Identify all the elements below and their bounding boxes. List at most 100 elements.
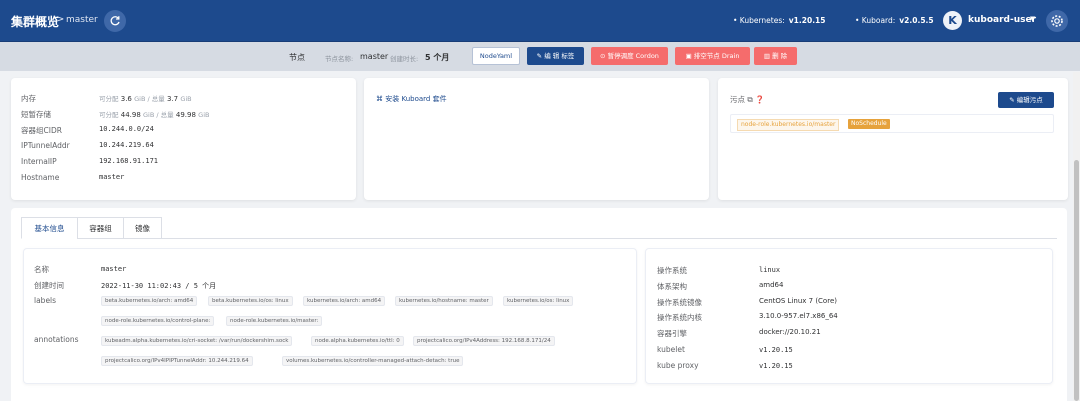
taints-card: 污点 ⧉ ❓ ✎ 编辑污点 node-role.kubernetes.io/ma… xyxy=(718,78,1068,200)
kuboard-label: • Kuboard: xyxy=(855,16,896,25)
kubelet-label: kubelet xyxy=(657,345,685,354)
taint-effect-tag: NoSchedule xyxy=(848,119,890,129)
settings-button[interactable] xyxy=(1046,10,1068,32)
delete-button[interactable]: ▥ 删 除 xyxy=(754,47,797,65)
addr-value: 192.168.91.171 xyxy=(99,157,159,165)
toolbar-title: 节点 xyxy=(289,53,305,62)
addr-value: master xyxy=(99,173,125,181)
edit-labels-button[interactable]: ✎ 编 辑 标签 xyxy=(527,47,584,65)
tab-images[interactable]: 镜像 xyxy=(123,217,162,239)
resource-value: 可分配 3.6 GiB / 总量 3.7 GiB xyxy=(99,93,192,103)
cordon-label: 暂停调度 Cordon xyxy=(607,52,659,60)
addr-value: 10.244.0.0/24 xyxy=(99,125,154,133)
trash-icon: ▥ xyxy=(763,52,773,60)
kube-proxy-value: v1.20.15 xyxy=(759,362,793,370)
kernel-value: 3.10.0-957.el7.x86_64 xyxy=(759,312,838,320)
node-age-value: 5 个月 xyxy=(425,53,450,62)
kuboard-install-card: ⌘ 安装 Kuboard 套件 xyxy=(364,78,709,200)
arch-label: 体系架构 xyxy=(657,282,687,291)
labels-label: labels xyxy=(34,296,57,305)
os-value: linux xyxy=(759,266,781,274)
node-resources-card: 内存 可分配 3.6 GiB / 总量 3.7 GiB 短暂存储 可分配 44.… xyxy=(11,78,356,200)
resource-value: 可分配 44.98 GiB / 总量 49.98 GiB xyxy=(99,109,209,119)
label-chip: kubernetes.io/arch: amd64 xyxy=(303,296,386,306)
refresh-button[interactable] xyxy=(104,10,126,32)
resource-unit: GiB / 总量 xyxy=(143,111,174,119)
resource-prefix: 可分配 xyxy=(99,95,119,103)
addr-label: 容器组CIDR xyxy=(21,126,62,135)
gear-icon xyxy=(1051,15,1063,27)
resource-alloc: 44.98 xyxy=(120,111,141,119)
resource-total: 3.7 xyxy=(166,95,179,103)
app-title[interactable]: 集群概览 xyxy=(11,13,59,30)
breadcrumb-current: master xyxy=(66,15,98,25)
nodeyaml-button[interactable]: NodeYaml xyxy=(472,47,520,65)
install-kuboard-link[interactable]: ⌘ 安装 Kuboard 套件 xyxy=(376,94,447,104)
runtime-value: docker://20.10.21 xyxy=(759,328,821,336)
external-link-icon[interactable]: ⧉ xyxy=(747,95,752,104)
edit-taints-button[interactable]: ✎ 编辑污点 xyxy=(998,92,1054,108)
tab-basic-info[interactable]: 基本信息 xyxy=(21,217,78,239)
label-chip: node-role.kubernetes.io/control-plane: xyxy=(101,316,215,326)
annotation-chip: projectcalico.org/IPv4IPIPTunnelAddr: 10… xyxy=(101,356,253,366)
resource-prefix: 可分配 xyxy=(99,111,119,119)
user-avatar[interactable]: K xyxy=(943,11,962,30)
node-age-label: 创建时长: xyxy=(390,55,419,63)
name-value: master xyxy=(101,265,127,273)
os-image-label: 操作系统镜像 xyxy=(657,298,702,307)
system-info-card: 操作系统 linux 体系架构 amd64 操作系统镜像 CentOS Linu… xyxy=(645,248,1053,384)
page-scrollbar-thumb[interactable] xyxy=(1074,160,1079,401)
label-chip: kubernetes.io/os: linux xyxy=(503,296,574,306)
drain-button[interactable]: ▣ 排空节点 Drain xyxy=(675,47,750,65)
addr-label: IPTunnelAddr xyxy=(21,141,70,150)
addr-value: 10.244.219.64 xyxy=(99,141,154,149)
chevron-down-icon[interactable]: ▼ xyxy=(1030,15,1035,23)
install-link-text: 安装 Kuboard 套件 xyxy=(385,95,447,103)
resource-alloc: 3.6 xyxy=(120,95,132,103)
breadcrumb-separator: > xyxy=(56,14,65,25)
taint-list: node-role.kubernetes.io/master NoSchedul… xyxy=(730,114,1054,133)
node-name-value: master xyxy=(360,52,389,61)
user-menu[interactable]: kuboard-user xyxy=(968,15,1036,25)
os-image-value: CentOS Linux 7 (Core) xyxy=(759,297,837,305)
taints-title: 污点 ⧉ ❓ xyxy=(730,94,764,105)
cube-icon: ⌘ xyxy=(376,95,386,103)
os-label: 操作系统 xyxy=(657,266,687,275)
name-label: 名称 xyxy=(34,265,49,274)
label-chip: kubernetes.io/hostname: master xyxy=(395,296,493,306)
label-chip: beta.kubernetes.io/os: linux xyxy=(208,296,293,306)
taint-key-tag: node-role.kubernetes.io/master xyxy=(737,119,840,131)
annotations-label: annotations xyxy=(34,335,79,344)
pause-icon: ⊙ xyxy=(600,52,608,60)
annotation-chip: projectcalico.org/IPv4Address: 192.168.8… xyxy=(413,336,555,346)
created-label: 创建时间 xyxy=(34,281,64,290)
label-chip: node-role.kubernetes.io/master: xyxy=(226,316,323,326)
node-name-label: 节点名称: xyxy=(325,55,354,63)
addr-label: Hostname xyxy=(21,173,60,182)
kernel-label: 操作系统内核 xyxy=(657,313,702,322)
edit-icon: ✎ xyxy=(1009,96,1017,104)
kubernetes-label: • Kubernetes: xyxy=(733,16,785,25)
drain-label: 排空节点 Drain xyxy=(693,52,740,60)
help-icon[interactable]: ❓ xyxy=(755,95,764,104)
refresh-icon xyxy=(110,16,120,26)
annotation-chip: volumes.kubernetes.io/controller-managed… xyxy=(282,356,464,366)
drain-icon: ▣ xyxy=(685,52,694,60)
label-chip: beta.kubernetes.io/arch: amd64 xyxy=(101,296,198,306)
runtime-label: 容器引擎 xyxy=(657,329,687,338)
kubelet-value: v1.20.15 xyxy=(759,346,793,354)
edit-taints-label: 编辑污点 xyxy=(1016,96,1043,104)
addr-label: InternalIP xyxy=(21,157,57,166)
cordon-button[interactable]: ⊙ 暂停调度 Cordon xyxy=(591,47,668,65)
node-toolbar: 节点 节点名称: master 创建时长: 5 个月 NodeYaml ✎ 编 … xyxy=(0,42,1080,71)
tab-pods[interactable]: 容器组 xyxy=(77,217,124,239)
top-header: 集群概览 > master • Kubernetes: v1.20.15 • Ku… xyxy=(0,0,1080,42)
created-value: 2022-11-30 11:02:43 / 5 个月 xyxy=(101,282,217,290)
edit-labels-label: 编 辑 标签 xyxy=(544,52,575,60)
basic-info-card: 名称 master 创建时间 2022-11-30 11:02:43 / 5 个… xyxy=(23,248,637,384)
resource-label: 内存 xyxy=(21,94,36,103)
taints-title-text: 污点 xyxy=(730,95,745,104)
resource-unit: GiB xyxy=(180,95,192,103)
kubernetes-version-value: v1.20.15 xyxy=(788,16,826,25)
annotation-chip: kubeadm.alpha.kubernetes.io/cri-socket: … xyxy=(101,336,293,346)
